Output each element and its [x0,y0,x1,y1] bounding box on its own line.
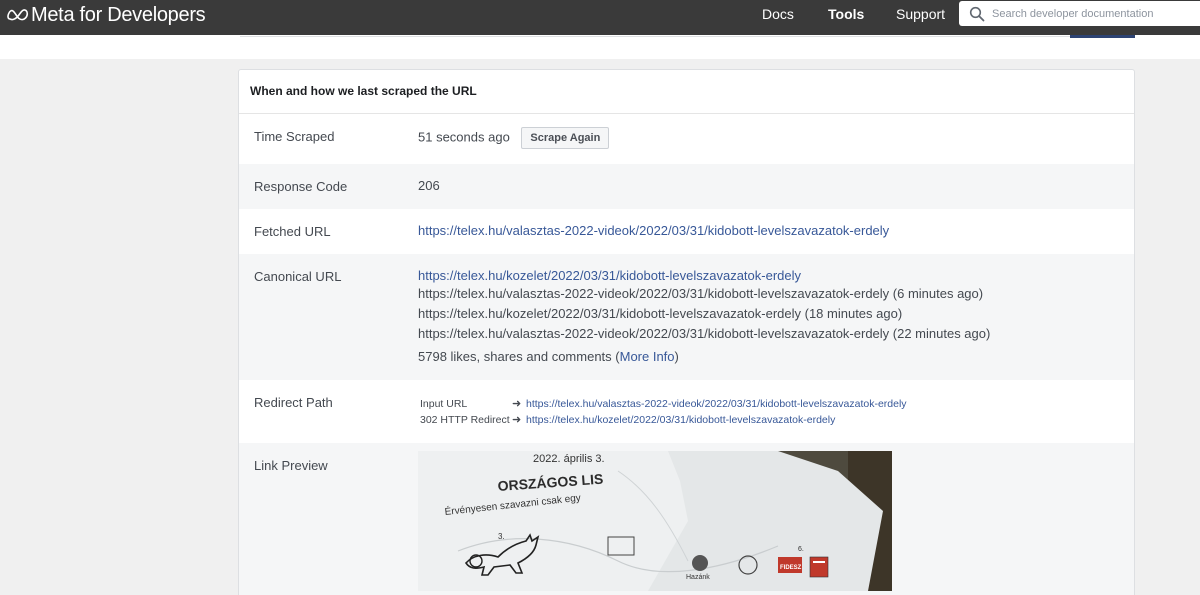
link-preview-image[interactable]: 2022. április 3. ORSZÁGOS LIS Érvényesen… [418,451,892,591]
fetched-url-label: Fetched URL [254,224,331,239]
engagement-count: 5798 likes, shares and comments (More In… [418,349,990,364]
canonical-history-item: https://telex.hu/valasztas-2022-videok/2… [418,286,984,301]
canonical-url-link[interactable]: https://telex.hu/kozelet/2022/03/31/kido… [418,268,801,283]
canonical-history-item: https://telex.hu/valasztas-2022-videok/2… [418,326,991,341]
previous-card-button[interactable] [1070,35,1135,38]
card-title: When and how we last scraped the URL [239,70,1134,114]
response-code-row: Response Code 206 [239,164,1134,209]
engagement-text: 5798 likes, shares and comments ( [418,349,620,364]
response-code-value: 206 [418,178,440,193]
time-scraped-row: Time Scraped 51 seconds ago Scrape Again [239,114,1134,164]
scrape-again-button[interactable]: Scrape Again [521,127,610,149]
search-input[interactable] [992,7,1192,20]
more-info-link[interactable]: More Info [620,349,675,364]
canonical-history-item: https://telex.hu/kozelet/2022/03/31/kido… [418,306,903,321]
nav-docs-link[interactable]: Docs [762,6,794,22]
svg-text:6.: 6. [798,546,804,553]
ballot-photo: 2022. április 3. ORSZÁGOS LIS Érvényesen… [418,451,892,591]
canonical-url-label: Canonical URL [254,269,342,284]
nav-support-link[interactable]: Support [896,6,945,22]
redirect-step: 302 HTTP Redirect ➜ https://telex.hu/koz… [420,413,835,427]
scrape-info-card: When and how we last scraped the URL Tim… [238,69,1135,595]
previous-card-edge [240,35,1135,37]
redirect-step: Input URL ➜ https://telex.hu/valasztas-2… [420,397,907,411]
brand-name: Meta for Developers [31,3,206,26]
link-preview-label: Link Preview [254,458,328,473]
time-scraped-value-group: 51 seconds ago Scrape Again [418,127,610,149]
response-code-label: Response Code [254,179,348,194]
svg-text:3.: 3. [498,532,505,541]
redirect-step-url[interactable]: https://telex.hu/valasztas-2022-videok/2… [526,398,907,410]
redirect-step-kind: 302 HTTP Redirect [420,413,510,426]
ballot-party-text: FIDESZ [780,565,802,571]
redirect-path-row: Redirect Path Input URL ➜ https://telex.… [239,380,1134,443]
redirect-step-url[interactable]: https://telex.hu/kozelet/2022/03/31/kido… [526,414,835,426]
redirect-step-kind: Input URL [420,397,468,410]
search-icon [969,6,985,21]
nav-tools-link[interactable]: Tools [828,6,864,22]
search-box[interactable] [959,1,1200,26]
time-scraped-value: 51 seconds ago [418,129,510,145]
fetched-url-value: https://telex.hu/valasztas-2022-videok/2… [418,223,889,238]
canonical-url-row: Canonical URL https://telex.hu/kozelet/2… [239,254,1134,380]
previous-section-strip [0,35,1200,59]
top-nav-bar: Meta for Developers Docs Tools Support [0,0,1200,35]
canonical-url-values: https://telex.hu/kozelet/2022/03/31/kido… [418,267,990,364]
arrow-right-icon: ➜ [512,398,522,410]
svg-text:Hazánk: Hazánk [686,574,710,581]
time-scraped-label: Time Scraped [254,129,335,144]
redirect-path-label: Redirect Path [254,395,333,410]
fetched-url-row: Fetched URL https://telex.hu/valasztas-2… [239,209,1134,254]
ballot-date-text: 2022. április 3. [533,453,605,465]
link-preview-row: Link Preview 2022. április 3. ORSZÁGOS L… [239,443,1134,595]
meta-logo[interactable]: Meta for Developers [7,2,206,28]
fetched-url-link[interactable]: https://telex.hu/valasztas-2022-videok/2… [418,223,889,238]
engagement-close-paren: ) [674,349,679,364]
arrow-right-icon: ➜ [512,414,522,426]
meta-infinity-icon [7,9,29,21]
